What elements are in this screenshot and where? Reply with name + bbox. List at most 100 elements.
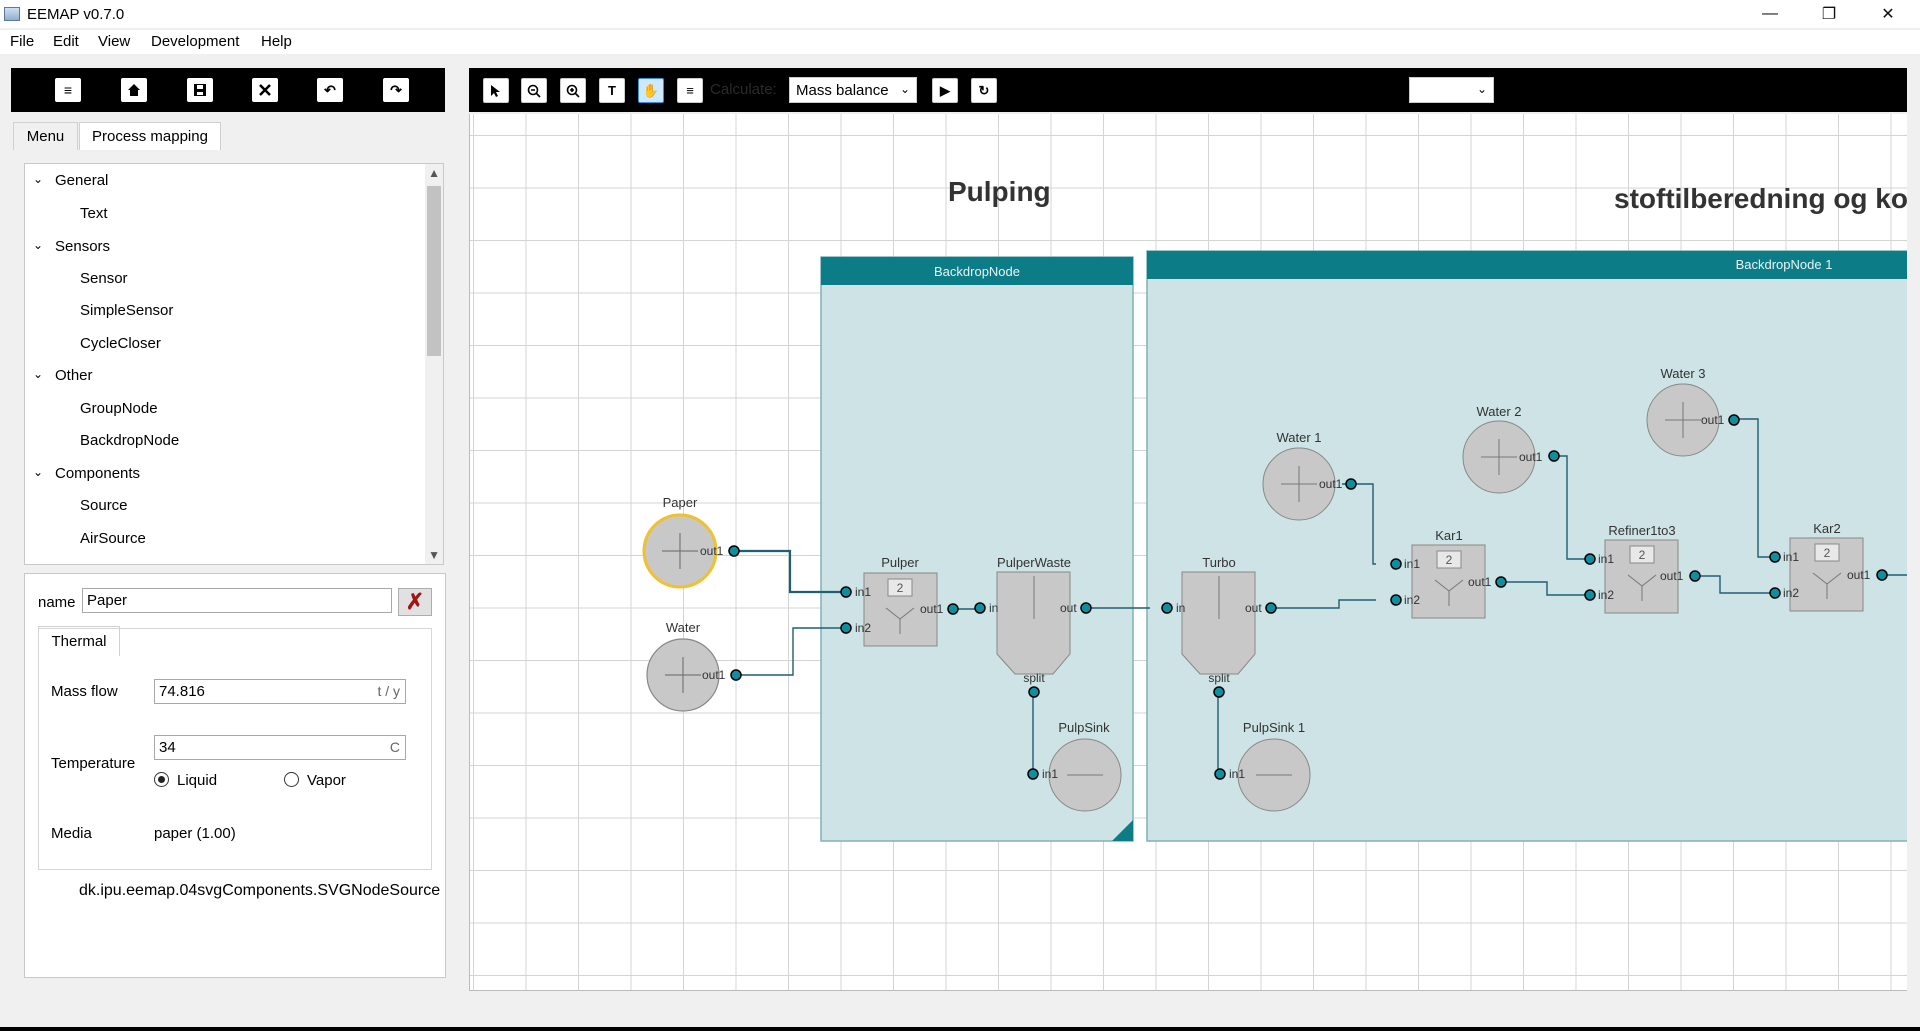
tree-item-simplesensor[interactable]: SimpleSensor xyxy=(80,302,173,324)
zoom-in-icon[interactable] xyxy=(560,78,586,103)
svg-text:PulpSink: PulpSink xyxy=(1058,720,1110,735)
svg-text:in2: in2 xyxy=(1783,586,1799,600)
svg-text:2: 2 xyxy=(1446,553,1453,567)
delete-node-button[interactable]: ✗ xyxy=(398,588,432,616)
menu-view[interactable]: View xyxy=(98,33,130,50)
calculation-select[interactable]: Mass balance ⌄ xyxy=(789,77,917,103)
view-select[interactable]: ⌄ xyxy=(1409,77,1494,103)
maximize-button[interactable]: ❐ xyxy=(1806,0,1852,28)
svg-text:PulpSink 1: PulpSink 1 xyxy=(1243,720,1305,735)
tree-item-sensor[interactable]: Sensor xyxy=(80,270,128,292)
scroll-down-icon[interactable]: ▼ xyxy=(428,548,440,562)
vapor-radio[interactable] xyxy=(284,772,299,787)
svg-text:in1: in1 xyxy=(1229,767,1245,781)
text-tool-icon[interactable]: T xyxy=(599,78,625,103)
svg-text:out: out xyxy=(1060,601,1077,615)
section-title-stoftilberedning: stoftilberedning og ko xyxy=(1614,183,1907,214)
left-toolbar: ≡ ↶ ↷ xyxy=(11,68,445,112)
canvas-toolbar: T ✋ ≡ Calculate: Mass balance ⌄ ▶ ↻ ⌄ xyxy=(469,68,1907,112)
liquid-radio[interactable] xyxy=(154,772,169,787)
scroll-thumb[interactable] xyxy=(427,186,441,356)
mass-flow-field[interactable]: 74.816 t / y xyxy=(154,679,406,704)
svg-text:split: split xyxy=(1023,671,1045,685)
tab-process-mapping[interactable]: Process mapping xyxy=(79,122,221,150)
tree-group-sensors[interactable]: ⌄ Sensors xyxy=(25,238,425,260)
media-label: Media xyxy=(51,825,92,842)
menu-help[interactable]: Help xyxy=(261,33,292,50)
window-title: EEMAP v0.7.0 xyxy=(27,6,125,23)
component-palette: ⌄ General Text ⌄ Sensors Sensor SimpleSens… xyxy=(24,163,444,565)
chevron-down-icon: ⌄ xyxy=(1476,82,1487,96)
tree-item-backdropnode[interactable]: BackdropNode xyxy=(80,432,179,454)
scroll-up-icon[interactable]: ▲ xyxy=(428,166,440,180)
palette-scrollbar[interactable]: ▲ ▼ xyxy=(425,164,443,564)
section-title-pulping: Pulping xyxy=(948,176,1051,207)
tree-item-source[interactable]: Source xyxy=(80,497,128,519)
svg-text:Water 2: Water 2 xyxy=(1476,404,1521,419)
svg-text:Water: Water xyxy=(666,620,701,635)
run-icon[interactable]: ▶ xyxy=(932,78,958,103)
save-icon[interactable] xyxy=(187,78,213,102)
pan-hand-icon[interactable]: ✋ xyxy=(638,78,664,103)
svg-text:split: split xyxy=(1208,671,1230,685)
title-bar: EEMAP v0.7.0 — ❐ ✕ xyxy=(0,0,1920,28)
backdrop-title: BackdropNode 1 xyxy=(1736,257,1833,272)
home-icon[interactable] xyxy=(121,78,147,102)
temperature-field[interactable]: 34 C xyxy=(154,735,406,760)
svg-text:out1: out1 xyxy=(702,668,726,682)
svg-text:PulperWaste: PulperWaste xyxy=(997,555,1071,570)
svg-text:in1: in1 xyxy=(1598,552,1614,566)
chevron-down-icon: ⌄ xyxy=(899,82,910,96)
svg-text:Refiner1to3: Refiner1to3 xyxy=(1608,523,1675,538)
class-name: dk.ipu.eemap.04svgComponents.SVGNodeSour… xyxy=(79,882,441,899)
svg-text:in1: in1 xyxy=(1404,557,1420,571)
menu-file[interactable]: File xyxy=(10,33,34,50)
svg-text:out1: out1 xyxy=(920,602,944,616)
node-water[interactable]: Water out1 xyxy=(646,620,742,712)
name-field[interactable]: Paper xyxy=(82,588,392,613)
tree-item-text[interactable]: Text xyxy=(80,205,108,227)
tree-group-other[interactable]: ⌄ Other xyxy=(25,367,425,389)
node-paper[interactable]: Paper out1 xyxy=(642,495,740,589)
app-icon xyxy=(4,7,20,21)
svg-text:2: 2 xyxy=(1824,546,1831,560)
svg-text:out1: out1 xyxy=(1847,568,1871,582)
svg-text:Pulper: Pulper xyxy=(881,555,919,570)
svg-text:Paper: Paper xyxy=(663,495,698,510)
refresh-icon[interactable]: ↻ xyxy=(971,78,997,103)
tree-item-airsource[interactable]: AirSource xyxy=(80,530,146,552)
menu-edit[interactable]: Edit xyxy=(53,33,79,50)
svg-text:in2: in2 xyxy=(1404,593,1420,607)
menu-development[interactable]: Development xyxy=(151,33,239,50)
svg-text:out1: out1 xyxy=(1701,413,1725,427)
minimize-button[interactable]: — xyxy=(1747,0,1793,28)
tools-icon[interactable] xyxy=(252,78,278,102)
undo-icon[interactable]: ↶ xyxy=(317,78,343,102)
calculate-label: Calculate: xyxy=(710,81,777,98)
close-button[interactable]: ✕ xyxy=(1865,0,1911,28)
svg-text:in: in xyxy=(1176,601,1185,615)
zoom-out-icon[interactable] xyxy=(521,78,547,103)
tree-item-groupnode[interactable]: GroupNode xyxy=(80,400,158,422)
tab-menu[interactable]: Menu xyxy=(13,122,78,150)
menu-icon[interactable]: ≡ xyxy=(55,78,81,102)
vapor-label: Vapor xyxy=(307,772,346,789)
tree-group-general[interactable]: ⌄ General xyxy=(25,172,425,194)
svg-text:out1: out1 xyxy=(1660,569,1684,583)
svg-text:out1: out1 xyxy=(1468,575,1492,589)
redo-icon[interactable]: ↷ xyxy=(383,78,409,102)
process-canvas[interactable]: Pulping stoftilberedning og ko BackdropN… xyxy=(469,114,1907,991)
svg-text:in2: in2 xyxy=(1598,588,1614,602)
svg-text:out1: out1 xyxy=(1319,477,1343,491)
media-value: paper (1.00) xyxy=(154,825,236,842)
lines-icon[interactable]: ≡ xyxy=(677,78,703,103)
svg-text:2: 2 xyxy=(897,581,904,595)
tree-item-cyclecloser[interactable]: CycleCloser xyxy=(80,335,161,357)
select-pointer-icon[interactable] xyxy=(483,78,509,103)
svg-text:Turbo: Turbo xyxy=(1202,555,1235,570)
svg-text:Water 3: Water 3 xyxy=(1660,366,1705,381)
svg-text:Water 1: Water 1 xyxy=(1276,430,1321,445)
tree-group-components[interactable]: ⌄ Components xyxy=(25,465,425,487)
svg-text:in2: in2 xyxy=(855,621,871,635)
svg-text:out1: out1 xyxy=(700,544,724,558)
